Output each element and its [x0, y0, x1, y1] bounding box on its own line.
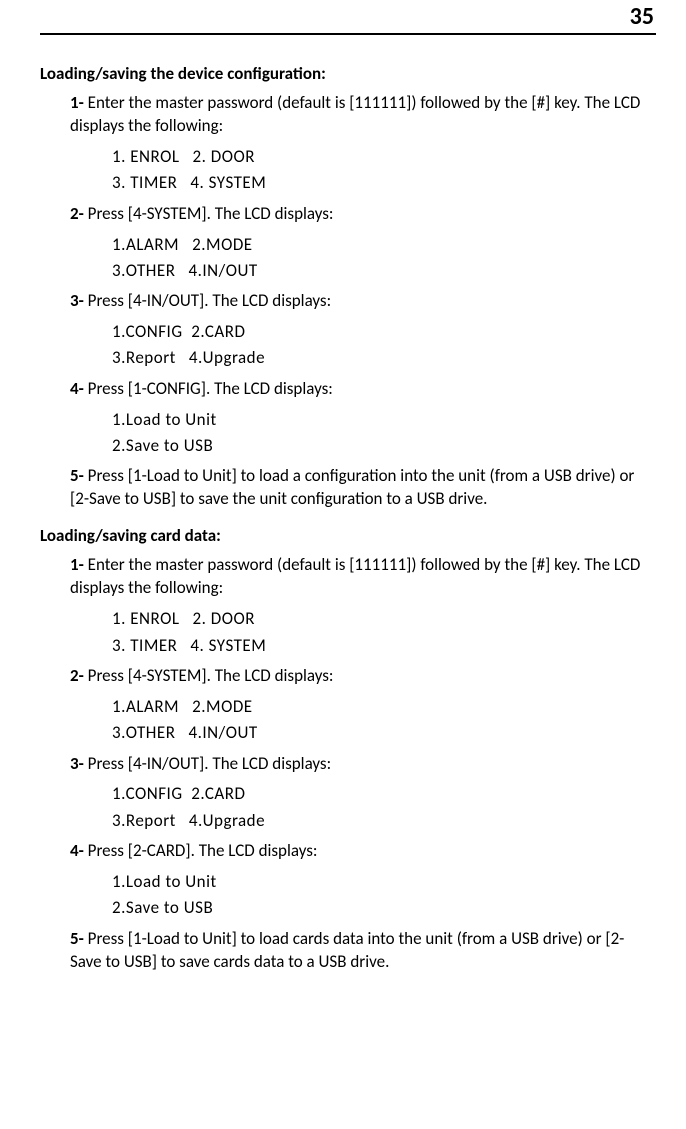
page-header: 35 — [40, 0, 656, 35]
step-text: Enter the master password (default is [1… — [70, 554, 640, 598]
page-number: 35 — [630, 2, 654, 31]
step-number: 2- — [70, 203, 88, 224]
lcd-row: 3.Report 4.Upgrade — [112, 345, 656, 371]
step-number: 1- — [70, 92, 88, 113]
lcd-display: 1.ALARM 2.MODE3.OTHER 4.IN/OUT — [112, 232, 656, 285]
step-number: 3- — [70, 753, 88, 774]
lcd-row: 1.Load to Unit — [112, 407, 656, 433]
lcd-display: 1.Load to Unit2.Save to USB — [112, 407, 656, 460]
step: 2- Press [4-SYSTEM]. The LCD displays: — [70, 665, 656, 688]
lcd-row: 2.Save to USB — [112, 895, 656, 921]
section-title: Loading/saving card data: — [40, 525, 656, 546]
step: 4- Press [1-CONFIG]. The LCD displays: — [70, 378, 656, 401]
step-text: Press [1-Load to Unit] to load a configu… — [70, 465, 634, 509]
lcd-row: 3. TIMER 4. SYSTEM — [112, 633, 656, 659]
step-text: Press [4-SYSTEM]. The LCD displays: — [88, 665, 334, 686]
lcd-row: 1.ALARM 2.MODE — [112, 232, 656, 258]
lcd-row: 3.OTHER 4.IN/OUT — [112, 258, 656, 284]
step-number: 5- — [70, 928, 88, 949]
lcd-row: 1. ENROL 2. DOOR — [112, 606, 656, 632]
lcd-display: 1. ENROL 2. DOOR3. TIMER 4. SYSTEM — [112, 606, 656, 659]
page: 35 Loading/saving the device configurati… — [0, 0, 686, 1020]
page-content: Loading/saving the device configuration:… — [40, 63, 656, 974]
step: 2- Press [4-SYSTEM]. The LCD displays: — [70, 203, 656, 226]
step-text: Press [4-IN/OUT]. The LCD displays: — [88, 290, 331, 311]
lcd-row: 3.Report 4.Upgrade — [112, 808, 656, 834]
lcd-row: 1.CONFIG 2.CARD — [112, 781, 656, 807]
step-number: 1- — [70, 554, 88, 575]
step-text: Press [2-CARD]. The LCD displays: — [88, 840, 318, 861]
step-number: 4- — [70, 840, 88, 861]
step-number: 3- — [70, 290, 88, 311]
step: 3- Press [4-IN/OUT]. The LCD displays: — [70, 290, 656, 313]
lcd-display: 1.Load to Unit2.Save to USB — [112, 869, 656, 922]
lcd-row: 1. ENROL 2. DOOR — [112, 144, 656, 170]
lcd-row: 3. TIMER 4. SYSTEM — [112, 170, 656, 196]
step-text: Press [4-IN/OUT]. The LCD displays: — [88, 753, 331, 774]
section-title: Loading/saving the device configuration: — [40, 63, 656, 84]
step-text: Press [1-CONFIG]. The LCD displays: — [88, 378, 333, 399]
step: 3- Press [4-IN/OUT]. The LCD displays: — [70, 753, 656, 776]
step-number: 2- — [70, 665, 88, 686]
lcd-row: 3.OTHER 4.IN/OUT — [112, 720, 656, 746]
lcd-row: 2.Save to USB — [112, 433, 656, 459]
step: 1- Enter the master password (default is… — [70, 92, 656, 138]
lcd-display: 1.CONFIG 2.CARD3.Report 4.Upgrade — [112, 781, 656, 834]
step: 5- Press [1-Load to Unit] to load a conf… — [70, 465, 656, 511]
lcd-row: 1.ALARM 2.MODE — [112, 694, 656, 720]
step-text: Enter the master password (default is [1… — [70, 92, 640, 136]
lcd-row: 1.CONFIG 2.CARD — [112, 319, 656, 345]
lcd-display: 1.CONFIG 2.CARD3.Report 4.Upgrade — [112, 319, 656, 372]
step-text: Press [4-SYSTEM]. The LCD displays: — [88, 203, 334, 224]
step-number: 4- — [70, 378, 88, 399]
step: 1- Enter the master password (default is… — [70, 554, 656, 600]
step: 5- Press [1-Load to Unit] to load cards … — [70, 928, 656, 974]
step: 4- Press [2-CARD]. The LCD displays: — [70, 840, 656, 863]
lcd-row: 1.Load to Unit — [112, 869, 656, 895]
lcd-display: 1. ENROL 2. DOOR3. TIMER 4. SYSTEM — [112, 144, 656, 197]
step-number: 5- — [70, 465, 88, 486]
step-text: Press [1-Load to Unit] to load cards dat… — [70, 928, 624, 972]
lcd-display: 1.ALARM 2.MODE3.OTHER 4.IN/OUT — [112, 694, 656, 747]
